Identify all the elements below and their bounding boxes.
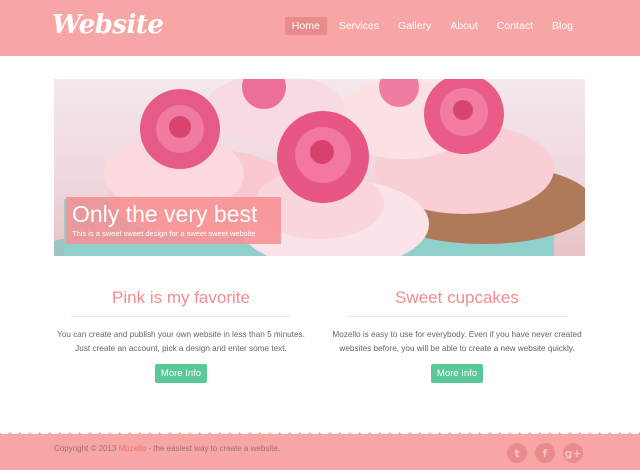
nav-item-services[interactable]: Services (332, 17, 386, 35)
feature-title: Pink is my favorite (71, 288, 291, 317)
nav-item-home[interactable]: Home (284, 17, 327, 35)
hero-subtitle: This is a sweet sweet design for a sweet… (72, 229, 256, 238)
copyright-text: Copyright © 2013 Mozello - the easiest w… (54, 444, 280, 453)
nav-item-gallery[interactable]: Gallery (391, 17, 438, 35)
feature-title: Sweet cupcakes (347, 288, 567, 317)
feature-column-right: Sweet cupcakes Mozello is easy to use fo… (327, 288, 587, 383)
header-zigzag-edge (0, 56, 640, 64)
copyright-tagline: - the easiest way to create a website. (146, 444, 281, 453)
main-nav: Home Services Gallery About Contact Blog (280, 17, 580, 35)
nav-item-about[interactable]: About (443, 17, 484, 35)
facebook-icon[interactable]: f (535, 443, 555, 463)
hero-title: Only the very best (72, 201, 258, 227)
hero-caption: Only the very best This is a sweet sweet… (66, 197, 281, 244)
more-info-button[interactable]: More Info (154, 364, 208, 383)
feature-text: You can create and publish your own webs… (57, 330, 305, 353)
twitter-icon[interactable]: t (507, 443, 527, 463)
nav-item-blog[interactable]: Blog (545, 17, 580, 35)
more-info-button[interactable]: More Info (430, 364, 484, 383)
feature-text: Mozello is easy to use for everybody. Ev… (332, 330, 582, 353)
nav-item-contact[interactable]: Contact (490, 17, 540, 35)
social-links: t f g+ (507, 443, 583, 463)
google-plus-icon[interactable]: g+ (563, 443, 583, 463)
copyright-prefix: Copyright © 2013 (54, 444, 119, 453)
mozello-link[interactable]: Mozello (119, 444, 147, 453)
feature-column-left: Pink is my favorite You can create and p… (51, 288, 311, 383)
site-logo[interactable]: Website (52, 10, 164, 40)
